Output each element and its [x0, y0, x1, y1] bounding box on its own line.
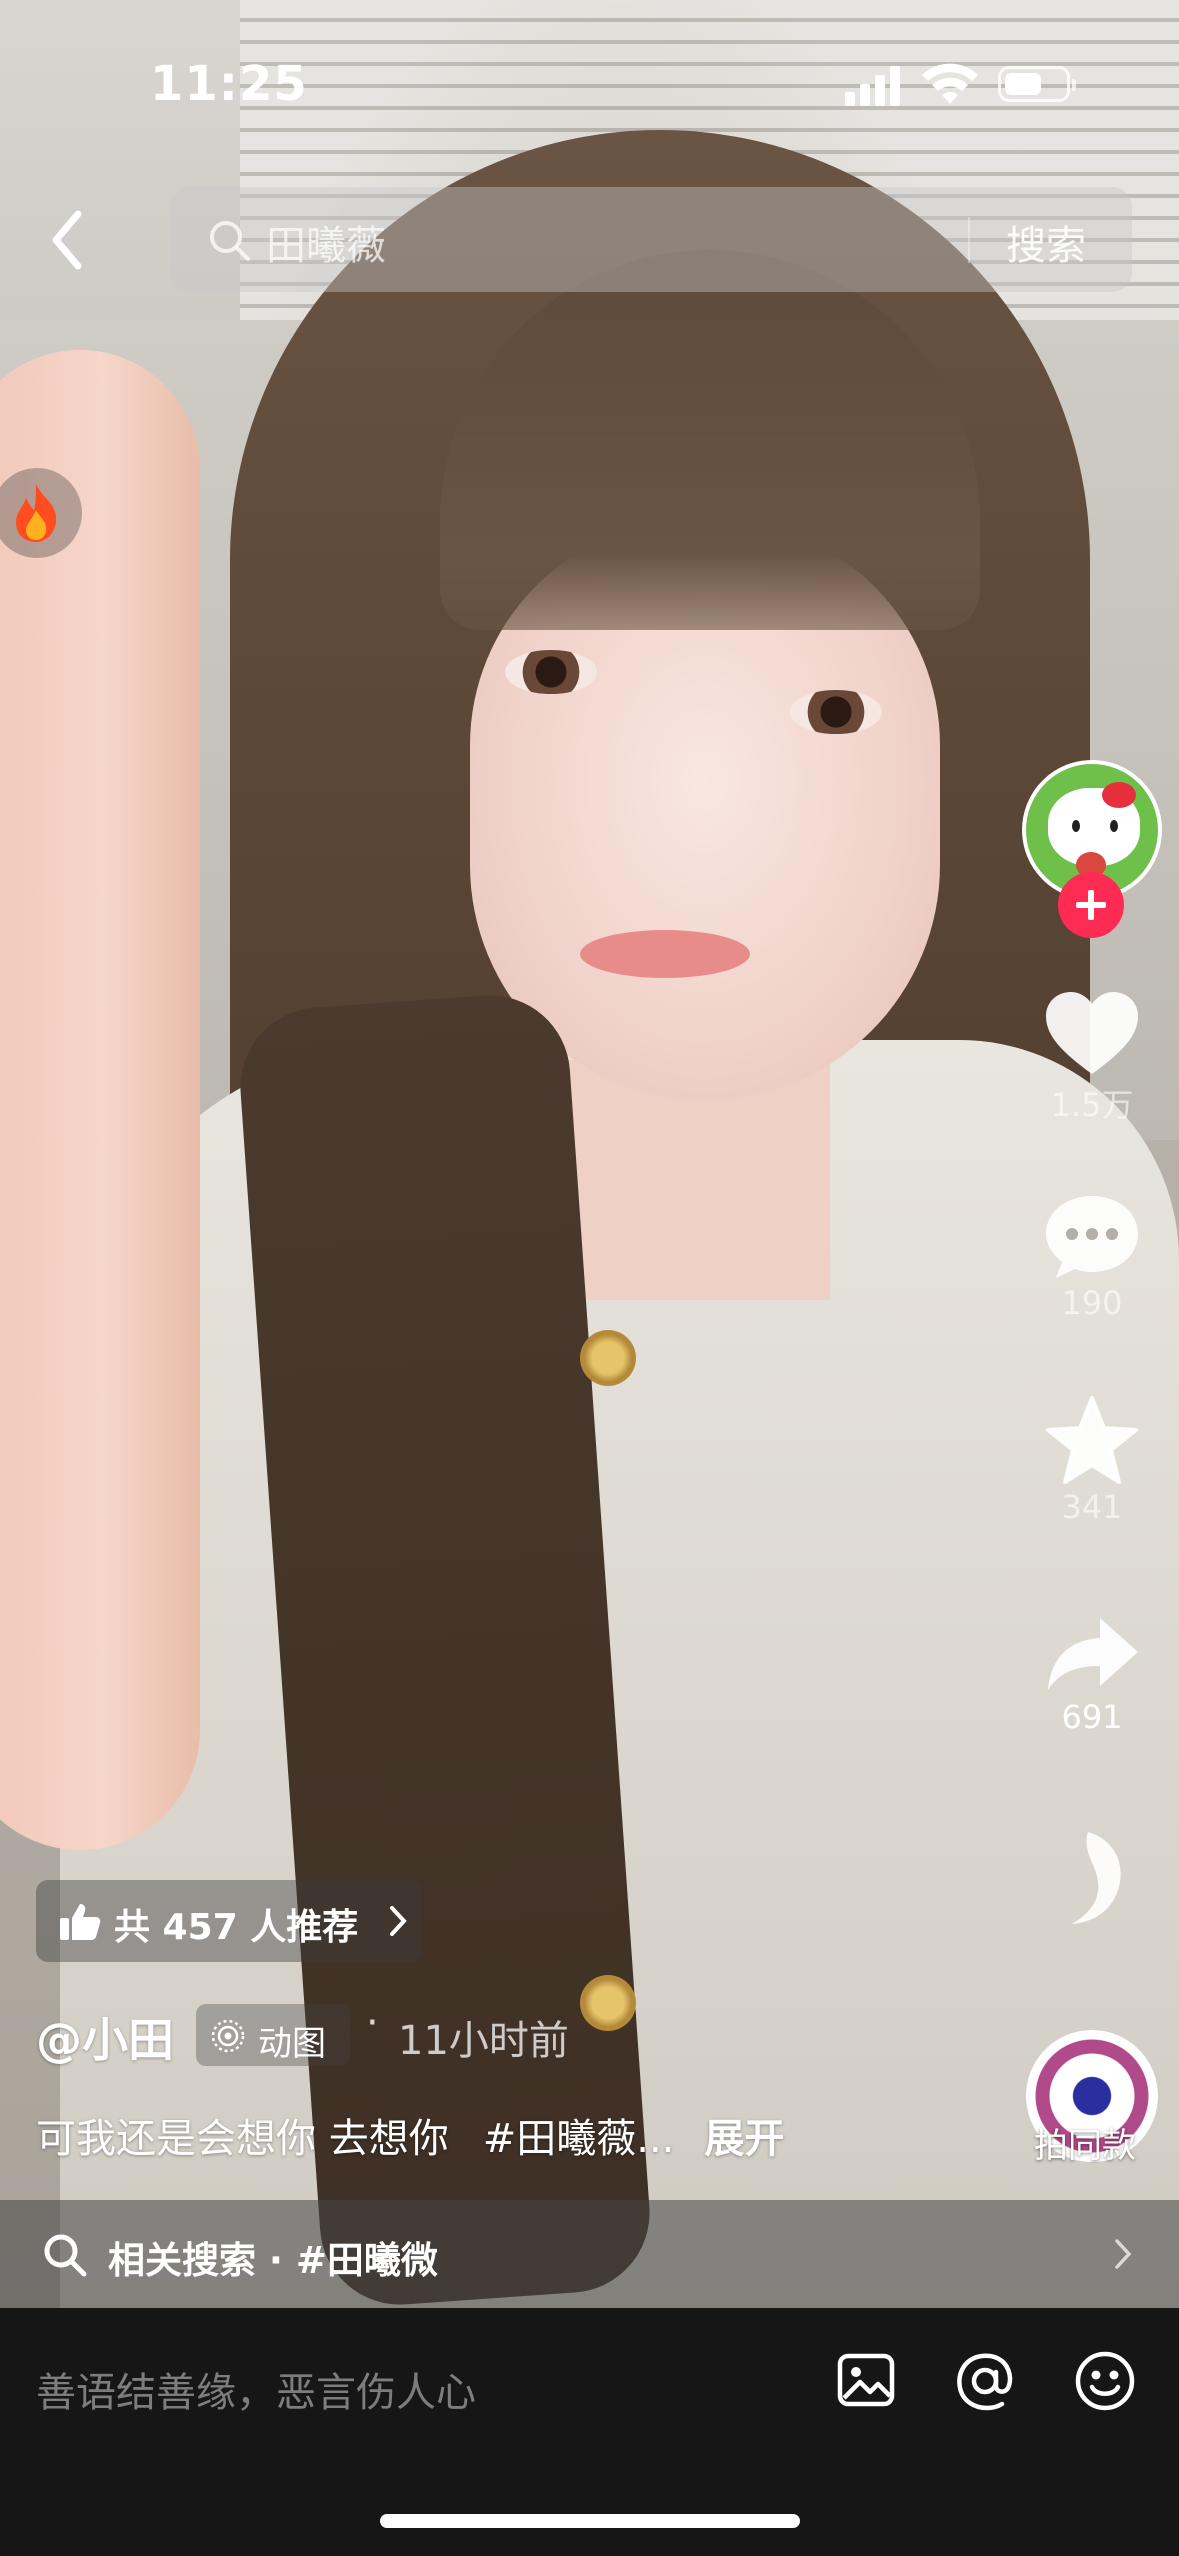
search-icon [44, 2234, 87, 2277]
author-name[interactable]: @小田 [36, 2004, 174, 2070]
avatar-bow [1102, 782, 1136, 808]
search-input[interactable]: 田曦薇 [266, 213, 386, 271]
comment-icon [1046, 1196, 1138, 1278]
media-tag: 动图 [196, 2004, 350, 2066]
chevron-right-icon [390, 1906, 407, 1936]
recommend-badge[interactable]: 共 457 人推荐 [36, 1880, 422, 1962]
search-bar[interactable]: 田曦薇 搜索 [170, 187, 1132, 292]
related-search-bar[interactable]: 相关搜索 · #田曦微 [0, 2200, 1179, 2308]
cellular-signal-icon [845, 62, 905, 106]
favorite-button[interactable]: 341 [1030, 1394, 1154, 1526]
comment-button[interactable]: 190 [1030, 1190, 1154, 1322]
comment-input[interactable]: 善语结善缘，恶言伤人心 [36, 2360, 476, 2418]
avatar-eye [1072, 820, 1080, 832]
heart-icon [1046, 992, 1138, 1074]
emoji-icon[interactable] [1074, 2350, 1136, 2412]
status-bar: 11:25 [0, 0, 1179, 170]
favorite-count: 341 [1061, 1488, 1123, 1526]
share-arrow-icon [1048, 1618, 1138, 1690]
thumbs-up-icon [60, 1904, 101, 1940]
chevron-right-icon [1115, 2239, 1132, 2269]
share-button[interactable]: 691 [1030, 1612, 1154, 1736]
hashtag-link[interactable]: #田曦薇... [483, 2116, 675, 2162]
home-indicator[interactable] [380, 2514, 800, 2528]
follow-button[interactable] [1058, 872, 1124, 938]
search-divider [968, 217, 970, 263]
remix-label[interactable]: 拍同款 [1034, 2118, 1136, 2167]
post-time: 11小时前 [398, 2018, 569, 2064]
share-count: 691 [1061, 1698, 1123, 1736]
image-icon[interactable] [836, 2350, 896, 2410]
subject-right-eye [790, 690, 882, 734]
wifi-icon [922, 63, 978, 104]
search-button[interactable]: 搜索 [1006, 213, 1086, 271]
recommend-text: 共 457 人推荐 [114, 1907, 359, 1948]
subject-lips [580, 930, 750, 978]
subject-hand [0, 350, 200, 1850]
search-icon [210, 221, 250, 261]
like-count: 1.5万 [1050, 1086, 1134, 1124]
like-button[interactable]: 1.5万 [1030, 988, 1154, 1126]
media-tag-label: 动图 [258, 2024, 326, 2064]
star-icon [1046, 1396, 1138, 1484]
back-icon[interactable] [40, 200, 100, 280]
description-text: 可我还是会想你 去想你 [36, 2116, 449, 2162]
separator-dot: · [366, 2000, 379, 2046]
battery-icon [998, 66, 1076, 102]
subject-left-eye [505, 650, 597, 694]
jacket-button [580, 1975, 636, 2031]
comment-count: 190 [1061, 1284, 1123, 1322]
live-photo-icon [211, 2019, 245, 2053]
flame-icon [16, 484, 57, 542]
status-time: 11:25 [150, 56, 308, 112]
mention-icon[interactable] [954, 2350, 1016, 2412]
video-description: 可我还是会想你 去想你 #田曦薇... 展开 [36, 2106, 784, 2164]
avatar-eye [1110, 820, 1118, 832]
related-search-text: 相关搜索 · #田曦微 [108, 2239, 438, 2282]
jacket-button [580, 1330, 636, 1386]
video-feed-screen: 11:25 田曦薇 搜索 1.5万 190 341 691 拍同款 共 457 … [0, 0, 1179, 2556]
expand-button[interactable]: 展开 [704, 2116, 784, 2162]
music-note-icon[interactable] [1058, 1828, 1130, 1928]
